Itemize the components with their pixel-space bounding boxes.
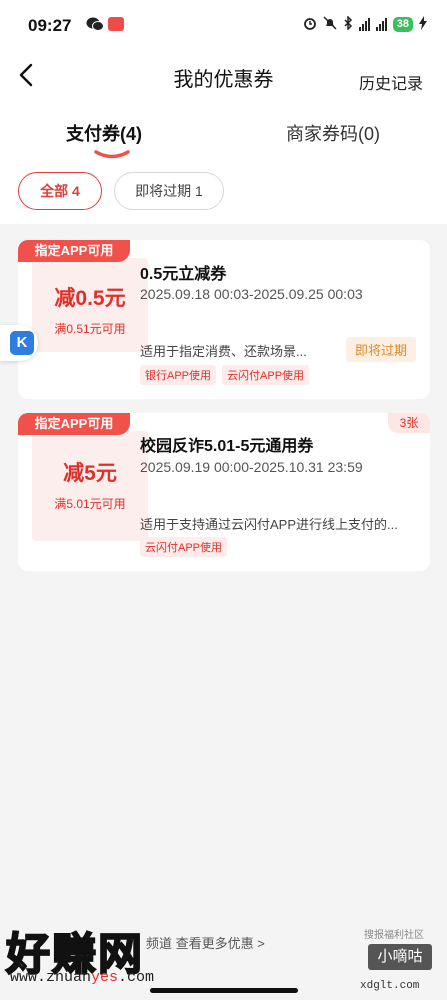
mute-icon [323, 16, 337, 33]
coupon-threshold: 满0.51元可用 [54, 322, 126, 336]
coupon-description: 适用于支持通过云闪付APP进行线上支付的... [140, 517, 398, 532]
active-tab-indicator [94, 146, 130, 159]
coupon-tag: 银行APP使用 [140, 365, 217, 385]
coupon-card[interactable]: 减5元 满5.01元可用 指定APP可用 3张 校园反诈5.01-5元通用券 2… [18, 413, 430, 571]
tab-merchant-codes[interactable]: 商家券码(0) [286, 120, 380, 146]
watermark-badge-caption: 搜报福利社区 [364, 930, 424, 941]
status-indicators: 38 [303, 15, 427, 33]
chevron-right-icon: > [257, 936, 265, 951]
app-notification-icon [108, 17, 124, 31]
battery-icon: 38 [392, 17, 413, 32]
status-time: 09:27 [28, 16, 72, 35]
alarm-icon [303, 16, 317, 33]
watermark-url-prefix: www.zhuan [10, 969, 92, 986]
wechat-icon [86, 17, 104, 31]
nav-bar: 我的优惠券 历史记录 [0, 50, 447, 102]
filter-bar: 全部 4 即将过期 1 [0, 162, 447, 224]
floating-side-widget[interactable]: K [0, 325, 38, 361]
coupon-threshold: 满5.01元可用 [54, 497, 126, 511]
tab-payment-coupons[interactable]: 支付券(4) [66, 120, 142, 146]
coupon-amount-panel: 减5元 满5.01元可用 [32, 431, 148, 541]
coupon-amount-panel: 减0.5元 满0.51元可用 [32, 258, 148, 352]
coupon-amount: 减0.5元 [54, 287, 126, 310]
coupon-count-badge: 3张 [388, 413, 430, 433]
app-restriction-tag: 指定APP可用 [18, 240, 130, 262]
coupon-amount: 减5元 [63, 462, 117, 485]
coupon-card[interactable]: 减0.5元 满0.51元可用 指定APP可用 0.5元立减券 2025.09.1… [18, 240, 430, 399]
coupon-tag: 云闪付APP使用 [140, 537, 228, 557]
watermark-url-suffix: .com [118, 969, 155, 986]
side-widget-icon: K [10, 331, 34, 355]
more-offers-label: 频道 查看更多优惠 [146, 936, 254, 951]
coupon-tabs: 支付券(4) 商家券码(0) [0, 102, 447, 162]
coupon-tag: 云闪付APP使用 [222, 365, 310, 385]
watermark-url: www.zhuanyes.com [10, 969, 154, 986]
signal-icon-2 [375, 18, 387, 31]
coupon-tags: 云闪付APP使用 [140, 537, 228, 557]
watermark-url-red: yes [91, 969, 119, 986]
signal-icon [358, 18, 370, 31]
coupon-title: 0.5元立减券 [140, 266, 227, 283]
filter-expiring-chip[interactable]: 即将过期 1 [114, 172, 224, 210]
home-indicator[interactable] [150, 988, 298, 993]
coupon-tags: 银行APP使用 云闪付APP使用 [140, 365, 310, 385]
watermark-badge: 小嘀咕 [368, 944, 432, 970]
status-bar: 09:27 38 [0, 0, 447, 50]
watermark-site: xdglt.com [360, 980, 420, 992]
expiring-badge: 即将过期 [345, 337, 416, 362]
filter-all-chip[interactable]: 全部 4 [18, 172, 102, 210]
coupon-validity: 2025.09.18 00:03-2025.09.25 00:03 [140, 286, 363, 302]
app-restriction-tag: 指定APP可用 [18, 413, 130, 435]
bluetooth-icon [343, 15, 353, 33]
charging-icon [419, 16, 427, 33]
more-offers-link[interactable]: 频道 查看更多优惠 > [146, 933, 265, 952]
history-link[interactable]: 历史记录 [359, 70, 423, 94]
coupon-title: 校园反诈5.01-5元通用券 [140, 438, 314, 455]
coupon-validity: 2025.09.19 00:00-2025.10.31 23:59 [140, 459, 363, 475]
